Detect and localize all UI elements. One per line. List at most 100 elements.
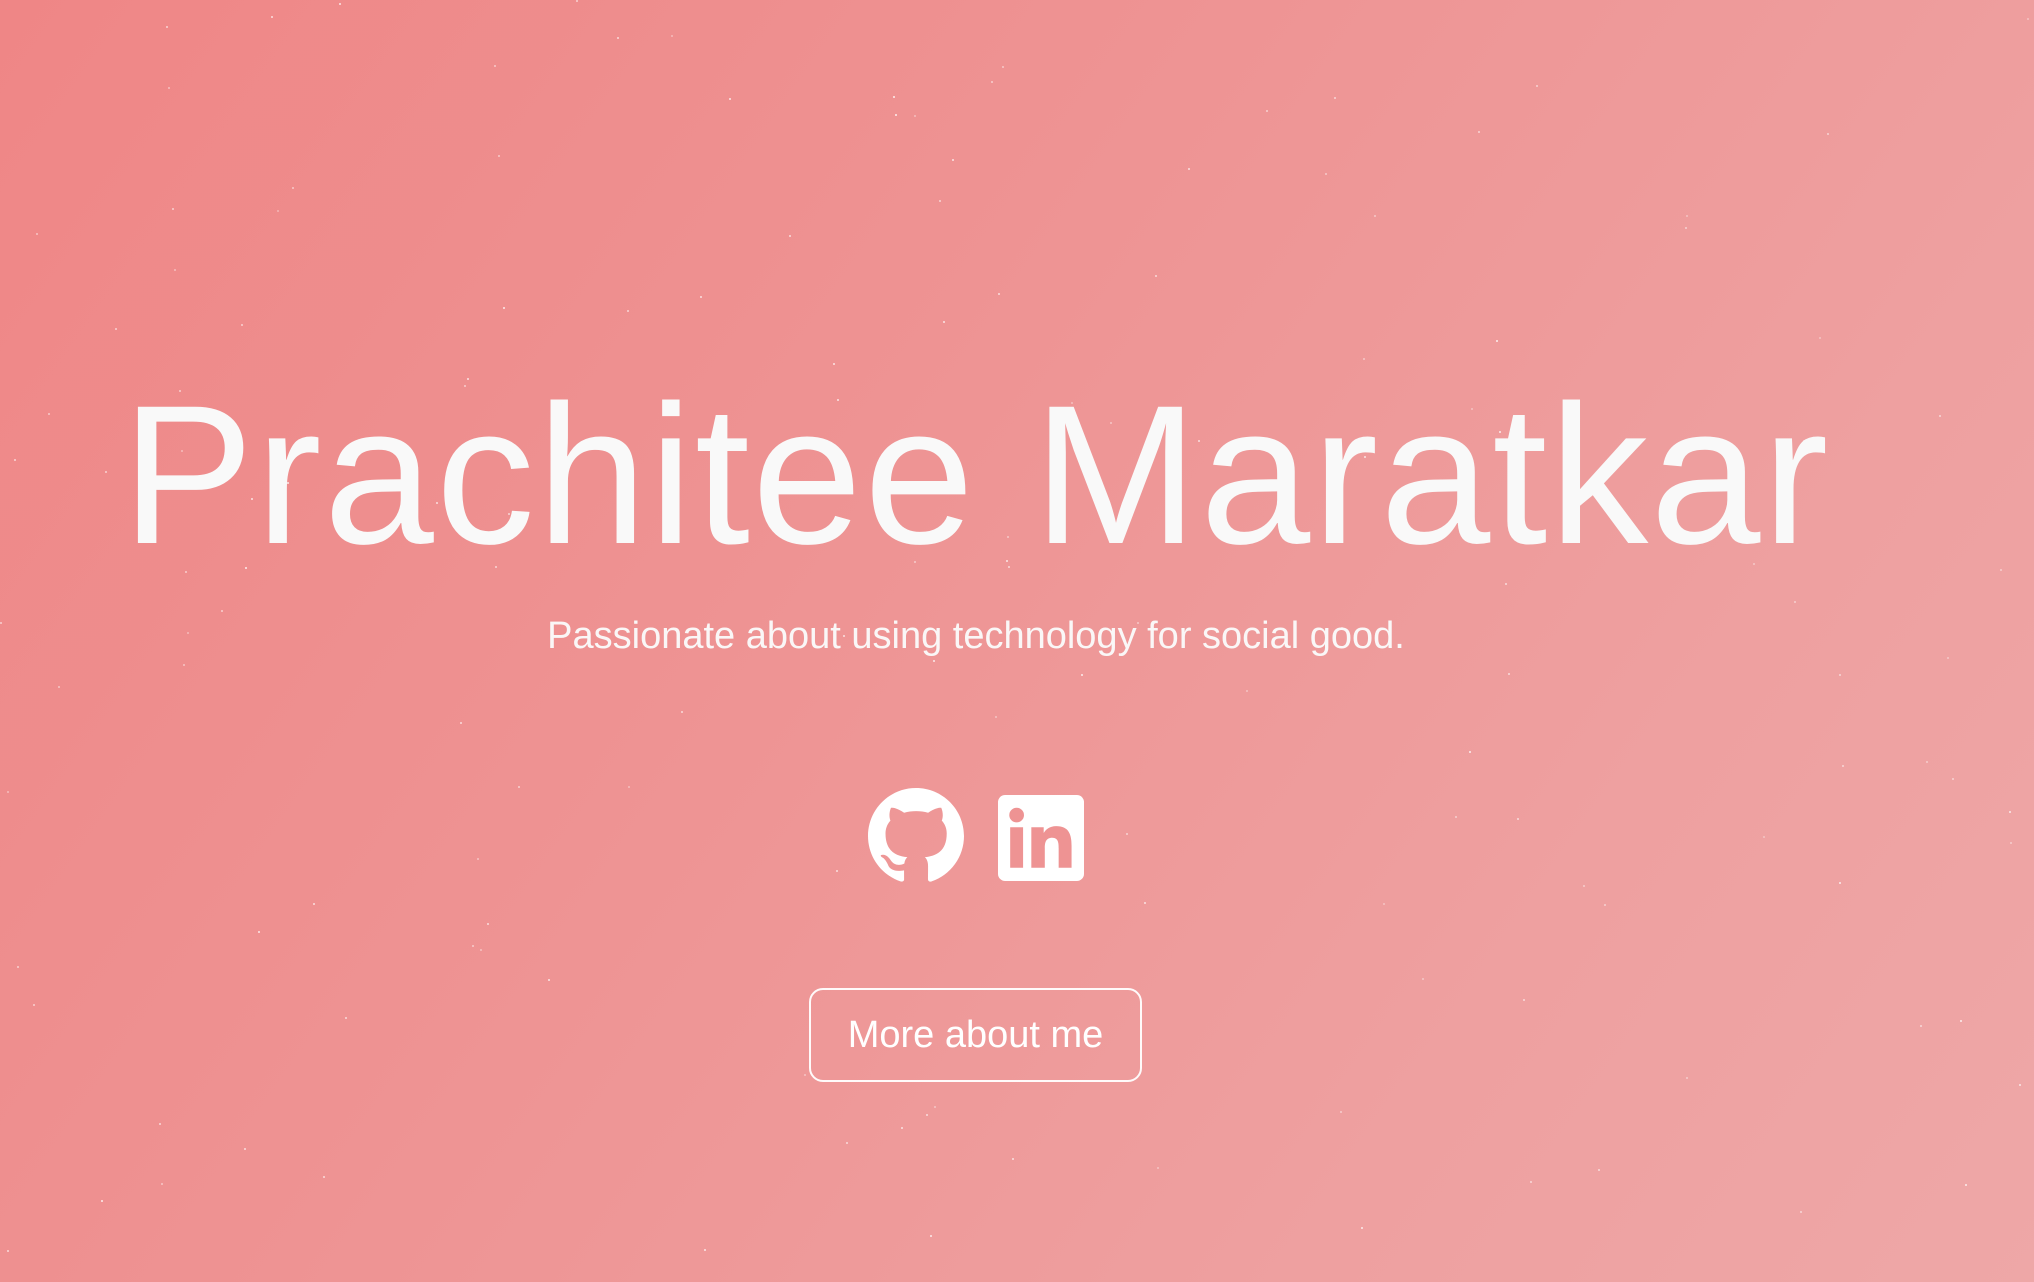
- star-dot: [1155, 275, 1157, 277]
- star-dot: [33, 1004, 35, 1006]
- star-dot: [487, 923, 489, 925]
- star-dot: [1002, 66, 1004, 68]
- star-dot: [914, 115, 916, 117]
- star-dot: [1530, 1181, 1532, 1183]
- star-dot: [1455, 816, 1457, 818]
- star-dot: [1081, 674, 1083, 676]
- star-dot: [846, 1142, 848, 1144]
- star-dot: [480, 949, 482, 951]
- social-links: [868, 788, 1084, 884]
- star-dot: [166, 26, 168, 28]
- star-dot: [1517, 818, 1519, 820]
- star-dot: [1508, 673, 1510, 675]
- star-dot: [901, 1127, 903, 1129]
- star-dot: [804, 1074, 806, 1076]
- star-dot: [2010, 842, 2012, 844]
- star-dot: [460, 722, 462, 724]
- star-dot: [998, 293, 1000, 295]
- star-dot: [17, 966, 19, 968]
- star-dot: [933, 660, 935, 662]
- star-dot: [1794, 601, 1796, 603]
- more-about-me-button[interactable]: More about me: [809, 988, 1142, 1082]
- star-dot: [1012, 1158, 1014, 1160]
- star-dot: [2009, 811, 2011, 813]
- star-dot: [1246, 690, 1248, 692]
- star-dot: [244, 1148, 246, 1150]
- star-dot: [2000, 569, 2002, 571]
- star-dot: [1685, 227, 1687, 229]
- star-dot: [159, 1123, 161, 1125]
- star-dot: [576, 0, 578, 2]
- star-dot: [2019, 1084, 2021, 1086]
- star-dot: [1686, 215, 1688, 217]
- star-dot: [36, 233, 38, 235]
- star-dot: [115, 328, 117, 330]
- star-dot: [172, 208, 174, 210]
- star-dot: [498, 155, 500, 157]
- star-dot: [292, 187, 294, 189]
- star-dot: [168, 87, 170, 89]
- star-dot: [345, 1017, 347, 1019]
- linkedin-link[interactable]: [998, 795, 1084, 881]
- star-dot: [1363, 358, 1365, 360]
- star-dot: [1839, 674, 1841, 676]
- star-dot: [1827, 133, 1829, 135]
- hero-section: Prachitee Maratkar Passionate about usin…: [0, 0, 2034, 1282]
- star-dot: [1361, 1227, 1363, 1229]
- star-dot: [926, 1114, 928, 1116]
- star-dot: [183, 664, 185, 666]
- star-dot: [1383, 903, 1385, 905]
- star-dot: [101, 1200, 103, 1202]
- star-dot: [1800, 1211, 1802, 1213]
- star-dot: [1960, 1020, 1962, 1022]
- star-dot: [789, 235, 791, 237]
- star-dot: [1965, 1184, 1967, 1186]
- star-dot: [628, 786, 630, 788]
- github-link[interactable]: [868, 788, 964, 884]
- star-dot: [893, 96, 895, 98]
- star-dot: [1819, 337, 1821, 339]
- star-dot: [895, 114, 897, 116]
- star-dot: [1325, 173, 1327, 175]
- star-dot: [1952, 778, 1954, 780]
- star-dot: [494, 65, 496, 67]
- star-dot: [1842, 765, 1844, 767]
- star-dot: [1478, 131, 1480, 133]
- star-dot: [58, 686, 60, 688]
- star-dot: [836, 870, 838, 872]
- star-dot: [934, 1106, 936, 1108]
- star-dot: [1523, 999, 1525, 1001]
- star-dot: [617, 37, 619, 39]
- star-dot: [1598, 1169, 1600, 1171]
- star-dot: [271, 16, 273, 18]
- star-dot: [174, 269, 176, 271]
- star-dot: [7, 1250, 9, 1252]
- star-dot: [7, 791, 9, 793]
- star-dot: [323, 1176, 325, 1178]
- star-dot: [313, 903, 315, 905]
- hero-name: Prachitee Maratkar: [121, 364, 1831, 585]
- star-dot: [277, 210, 279, 212]
- star-dot: [518, 786, 520, 788]
- linkedin-icon: [998, 795, 1084, 881]
- star-dot: [339, 3, 341, 5]
- star-dot: [503, 307, 505, 309]
- star-dot: [1536, 85, 1538, 87]
- star-dot: [1763, 836, 1765, 838]
- star-dot: [1144, 902, 1146, 904]
- star-dot: [2027, 18, 2029, 20]
- star-dot: [704, 1249, 706, 1251]
- star-dot: [1496, 340, 1498, 342]
- star-dot: [939, 200, 941, 202]
- star-dot: [952, 159, 954, 161]
- star-dot: [472, 945, 474, 947]
- star-dot: [681, 711, 683, 713]
- star-dot: [995, 716, 997, 718]
- star-dot: [1188, 168, 1190, 170]
- star-dot: [1334, 97, 1336, 99]
- star-dot: [1686, 1077, 1688, 1079]
- star-dot: [1469, 751, 1471, 753]
- github-icon: [868, 788, 964, 882]
- star-dot: [258, 931, 260, 933]
- star-dot: [627, 310, 629, 312]
